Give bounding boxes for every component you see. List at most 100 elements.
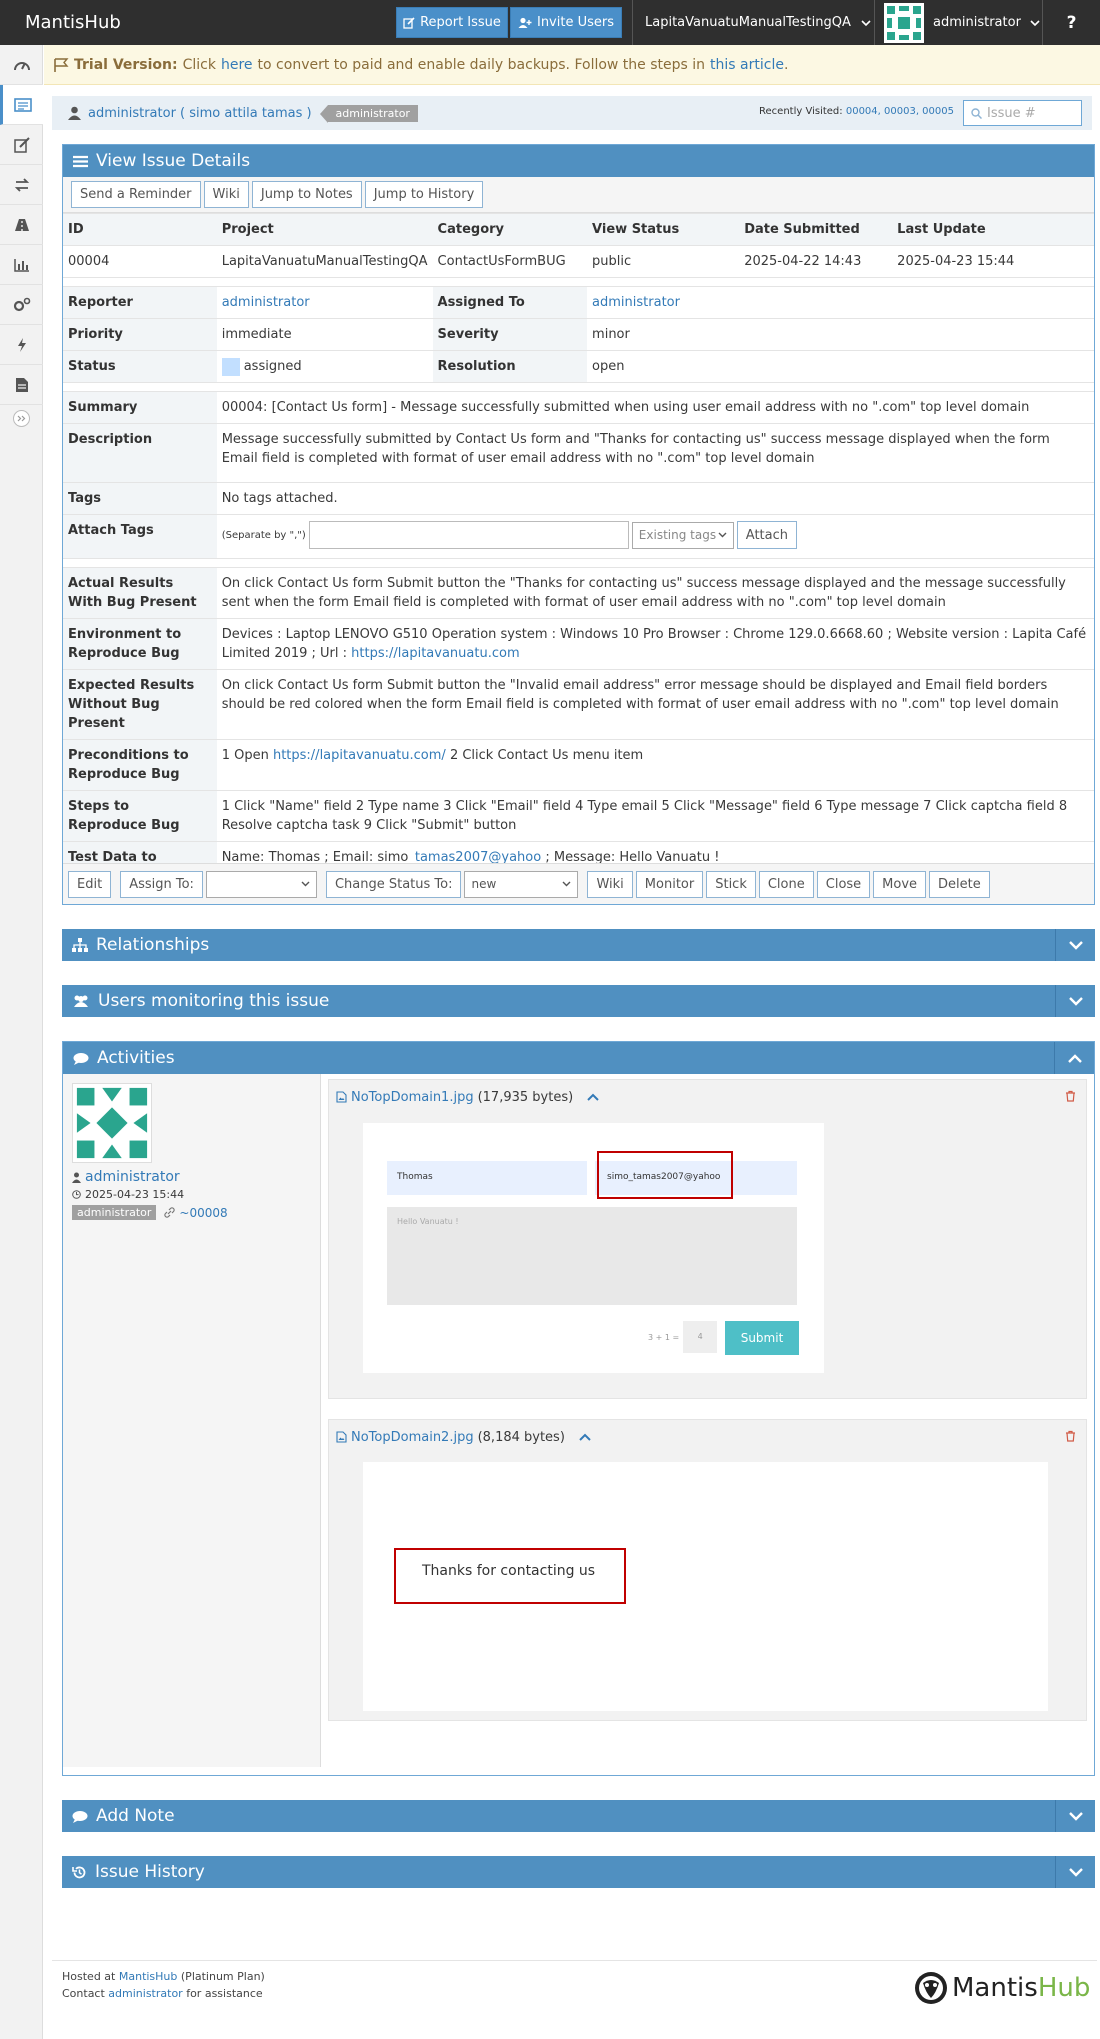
delete-button[interactable]: Delete xyxy=(929,870,990,898)
tag-input[interactable] xyxy=(308,521,629,549)
chevron-down-icon xyxy=(562,881,571,887)
sidebar-item-roadmap[interactable] xyxy=(0,205,43,245)
stick-button[interactable]: Stick xyxy=(706,870,756,898)
clock-icon xyxy=(72,1190,81,1199)
clone-button[interactable]: Clone xyxy=(758,870,814,898)
preview-message-field: Hello Vanuatu ! xyxy=(387,1207,797,1305)
navbar: MantisHub Report Issue Invite Users Lapi… xyxy=(0,0,1100,45)
user-menu[interactable]: administrator xyxy=(874,0,1042,45)
double-chevron-right-icon xyxy=(17,415,26,422)
add-note-toggle[interactable] xyxy=(1055,1800,1095,1832)
assign-to-select[interactable] xyxy=(205,870,317,898)
relationships-toggle[interactable] xyxy=(1055,929,1095,961)
time-icon xyxy=(17,337,26,352)
edit-button[interactable]: Edit xyxy=(68,870,112,898)
project-selector[interactable]: LapitaVanuatuManualTestingQA xyxy=(632,0,874,45)
table-row: Tags No tags attached. xyxy=(63,482,1094,515)
sidebar-item-manage[interactable] xyxy=(0,285,43,325)
move-button[interactable]: Move xyxy=(873,870,927,898)
existing-tags-select[interactable]: Existing tags xyxy=(631,521,734,549)
footer-admin-link[interactable]: administrator xyxy=(108,1987,182,2000)
activities-header[interactable]: Activities xyxy=(63,1042,1094,1074)
description-value: Message successfully submitted by Contac… xyxy=(216,423,1094,483)
flag-icon xyxy=(54,57,69,72)
wiki-button[interactable]: Wiki xyxy=(203,181,249,208)
chevron-down-icon xyxy=(1068,1811,1083,1821)
trial-link-article[interactable]: this article xyxy=(710,57,784,73)
chevron-up-icon[interactable] xyxy=(587,1093,599,1101)
sidebar-item-changelog[interactable] xyxy=(0,165,43,205)
sidebar-item-docs[interactable] xyxy=(0,365,43,405)
expected-results-label: Expected Results Without Bug Present xyxy=(63,669,217,740)
activities-toggle[interactable] xyxy=(1054,1042,1094,1074)
sidebar-item-dashboard[interactable] xyxy=(0,45,43,85)
activity-date: 2025-04-23 15:44 xyxy=(72,1188,184,1201)
resolution-label: Resolution xyxy=(432,350,588,383)
sidebar-collapse-button[interactable] xyxy=(13,410,30,427)
footer-mantishub-link[interactable]: MantisHub xyxy=(119,1970,178,1983)
footer-logo[interactable]: MantisHub xyxy=(914,1971,1090,2005)
header-id: ID xyxy=(63,213,217,246)
sidebar-item-view-issues[interactable] xyxy=(0,85,43,125)
attachment-2-delete[interactable] xyxy=(1065,1430,1076,1442)
sidebar-item-summary[interactable] xyxy=(0,245,43,285)
brand-logo[interactable]: MantisHub xyxy=(25,12,121,33)
sidebar-item-time[interactable] xyxy=(0,325,43,365)
header-date-submitted: Date Submitted xyxy=(739,213,893,246)
monitor-button[interactable]: Monitor xyxy=(635,870,704,898)
change-status-button[interactable]: Change Status To: xyxy=(325,870,462,898)
sidebar-item-report[interactable] xyxy=(0,125,43,165)
issue-search-input[interactable]: Issue # xyxy=(963,100,1082,126)
chevron-up-icon[interactable] xyxy=(579,1433,591,1441)
user-icon xyxy=(72,1172,81,1183)
avatar xyxy=(884,2,924,43)
trial-link-here[interactable]: here xyxy=(221,57,253,73)
attachment-1-link[interactable]: NoTopDomain1.jpg xyxy=(351,1090,474,1105)
avatar xyxy=(72,1083,152,1163)
send-reminder-button[interactable]: Send a Reminder xyxy=(71,181,201,208)
footer-contact: Contact administrator for assistance xyxy=(62,1987,263,2000)
chevron-down-icon xyxy=(718,532,727,538)
help-button[interactable]: ? xyxy=(1042,0,1100,45)
table-row: Description Message successfully submitt… xyxy=(63,423,1094,483)
trash-icon xyxy=(1066,1090,1075,1102)
recently-visited-links[interactable]: 00004, 00003, 00005 xyxy=(846,106,954,117)
environment-url-link[interactable]: https://lapitavanuatu.com xyxy=(351,646,519,661)
assigned-label: Assigned To xyxy=(432,286,588,319)
docs-icon xyxy=(15,377,28,392)
note-permalink[interactable]: ~00008 xyxy=(179,1206,227,1220)
status-value: assigned xyxy=(243,359,302,374)
jump-to-history-button[interactable]: Jump to History xyxy=(364,181,484,208)
assign-to-button[interactable]: Assign To: xyxy=(120,870,203,898)
attachment-2-header: NoTopDomain2.jpg (8,184 bytes) xyxy=(329,1420,1086,1454)
assigned-link[interactable]: administrator xyxy=(592,295,680,310)
preconditions-url-link[interactable]: https://lapitavanuatu.com/ xyxy=(273,748,446,763)
activity-author-link[interactable]: administrator xyxy=(85,1169,180,1185)
change-status-select[interactable]: new xyxy=(464,870,579,898)
monitoring-header[interactable]: Users monitoring this issue xyxy=(62,985,1095,1017)
add-user-icon xyxy=(518,17,532,28)
attach-tags-button[interactable]: Attach xyxy=(736,521,798,549)
table-row: Status assigned Resolution open xyxy=(63,350,1094,383)
wiki-action-button[interactable]: Wiki xyxy=(587,870,633,898)
issue-toolbar: Send a Reminder Wiki Jump to Notes Jump … xyxy=(63,177,1094,213)
close-button[interactable]: Close xyxy=(816,870,871,898)
breadcrumb-user-link[interactable]: administrator ( simo attila tamas ) xyxy=(88,106,312,121)
relationships-header[interactable]: Relationships xyxy=(62,929,1095,961)
issue-project: LapitaVanuatuManualTestingQA xyxy=(216,245,433,278)
severity-label: Severity xyxy=(432,318,588,351)
attach-tags-cell: (Separate by ",") Existing tags Attach xyxy=(216,514,1094,559)
monitoring-toggle[interactable] xyxy=(1055,985,1095,1017)
activity-meta: administrator ~00008 xyxy=(72,1205,228,1220)
attachment-2-link[interactable]: NoTopDomain2.jpg xyxy=(351,1430,474,1445)
reporter-link[interactable]: administrator xyxy=(222,295,310,310)
issue-history-toggle[interactable] xyxy=(1055,1856,1095,1888)
issue-history-header[interactable]: Issue History xyxy=(62,1856,1095,1888)
invite-users-button[interactable]: Invite Users xyxy=(510,7,622,38)
sidebar xyxy=(0,45,43,2039)
status-color-swatch xyxy=(221,357,240,376)
report-issue-button[interactable]: Report Issue xyxy=(396,7,508,38)
attachment-1-delete[interactable] xyxy=(1065,1090,1076,1102)
jump-to-notes-button[interactable]: Jump to Notes xyxy=(251,181,362,208)
add-note-header[interactable]: Add Note xyxy=(62,1800,1095,1832)
